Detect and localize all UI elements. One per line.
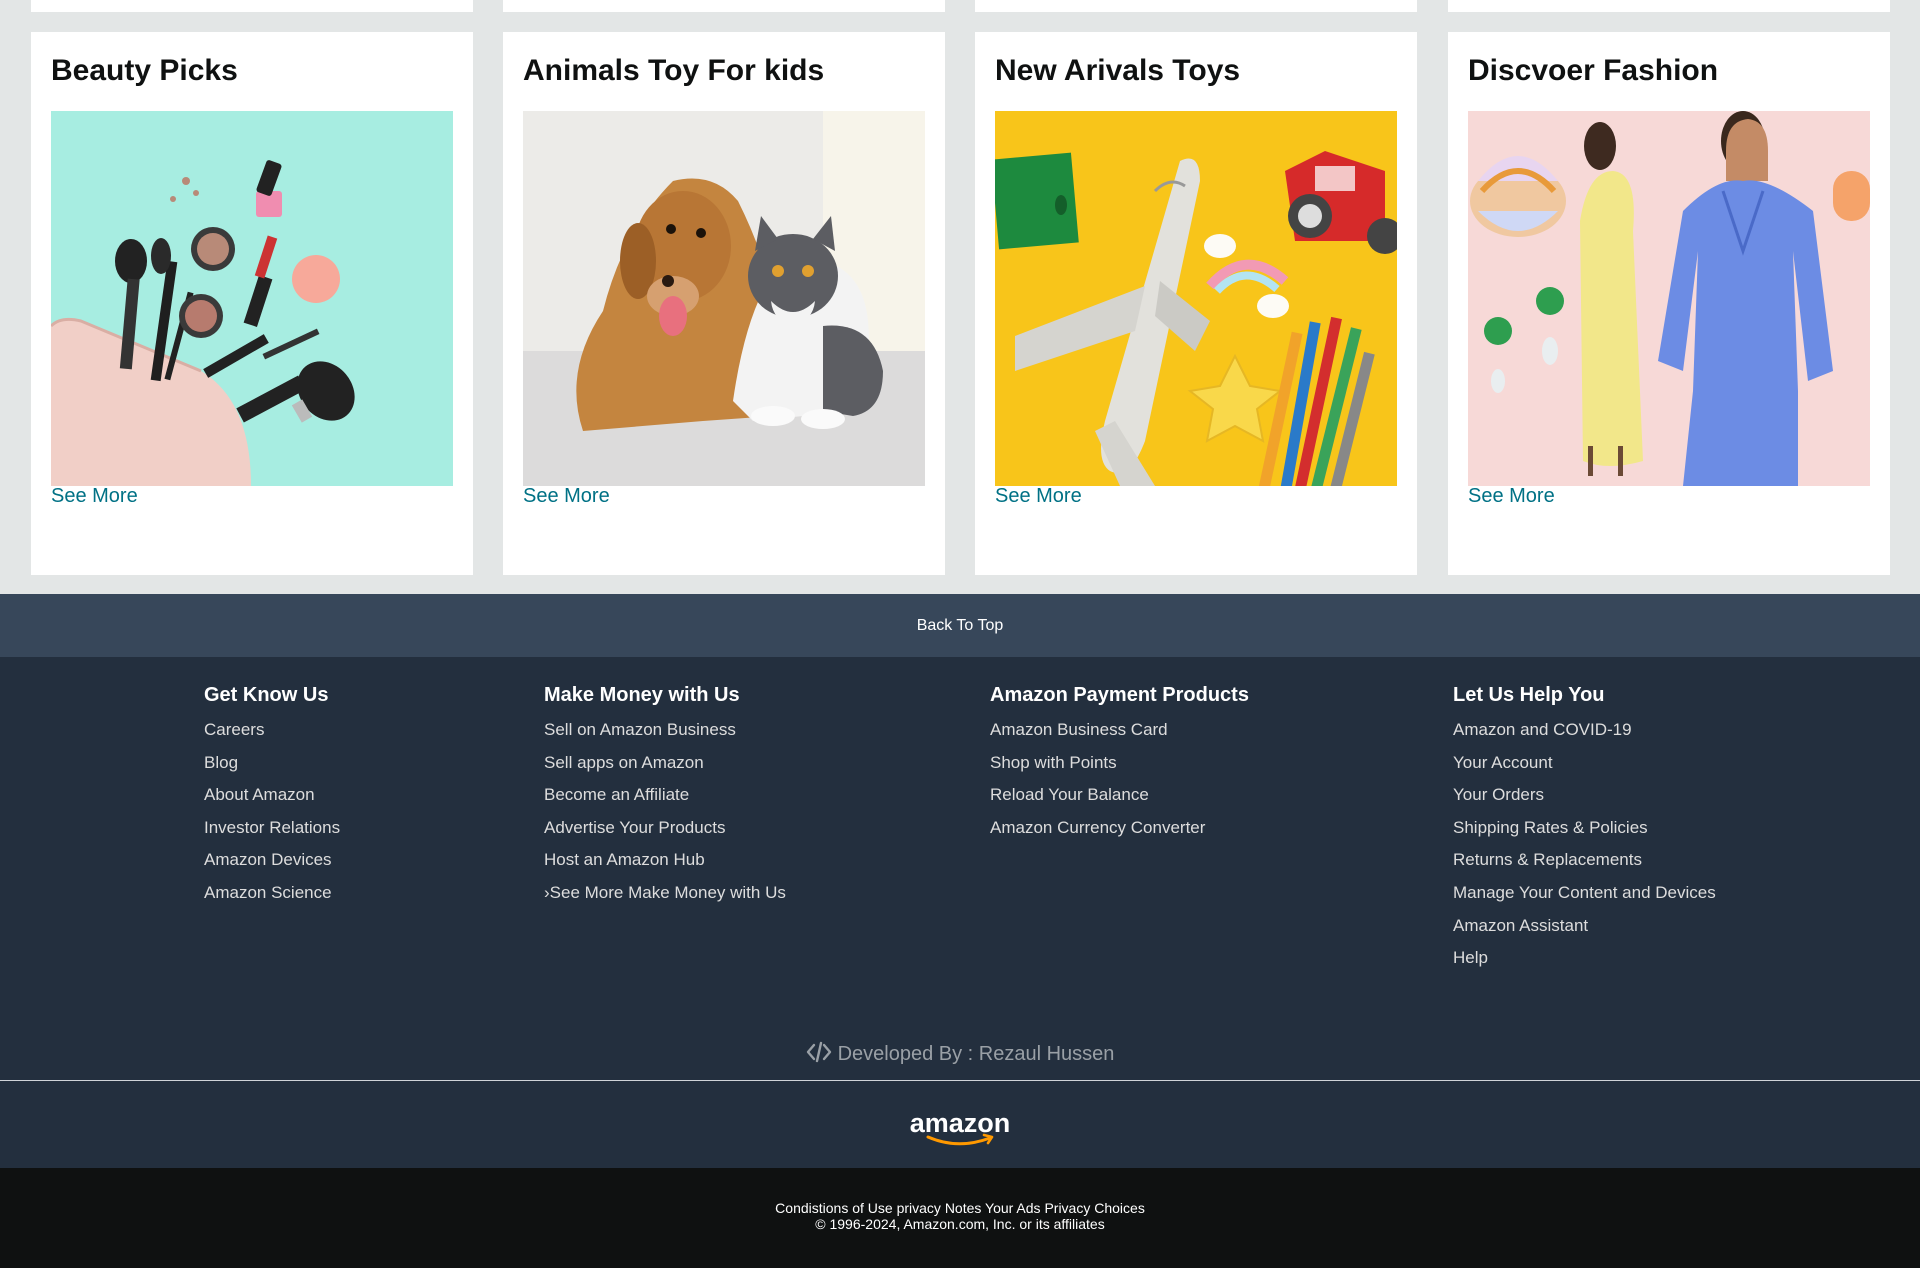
footer-divider: [0, 1080, 1920, 1081]
ads-privacy-choices-link[interactable]: Your Ads Privacy Choices: [985, 1200, 1145, 1216]
footer-link[interactable]: Advertise Your Products: [544, 812, 786, 845]
conditions-of-use-link[interactable]: Condistions of Use: [775, 1200, 893, 1216]
footer-link[interactable]: Amazon Currency Converter: [990, 812, 1249, 845]
bottom-bar: Condistions of Use privacy Notes Your Ad…: [0, 1168, 1920, 1268]
footer-link[interactable]: Host an Amazon Hub: [544, 844, 786, 877]
footer-heading: Get Know Us: [204, 684, 329, 706]
logo-text: amazon: [910, 1108, 1011, 1138]
footer: Get Know Us Careers Blog About Amazon In…: [0, 657, 1920, 1168]
card-title: Discvoer Fashion: [1468, 54, 1719, 87]
discover-fashion-image[interactable]: [1468, 111, 1870, 486]
footer-link[interactable]: Sell apps on Amazon: [544, 747, 786, 780]
footer-link[interactable]: Amazon Assistant: [1453, 910, 1716, 943]
see-more-link[interactable]: See More: [51, 485, 138, 508]
previous-row-card: [31, 0, 473, 12]
product-card-beauty: Beauty Picks See More: [31, 32, 473, 575]
card-title: Beauty Picks: [51, 54, 238, 87]
footer-link[interactable]: Manage Your Content and Devices: [1453, 877, 1716, 910]
legal-links: Condistions of Use privacy Notes Your Ad…: [0, 1200, 1920, 1216]
footer-link[interactable]: Investor Relations: [204, 812, 340, 845]
previous-row-card: [503, 0, 945, 12]
card-title: Animals Toy For kids: [523, 54, 825, 87]
footer-link[interactable]: ›See More Make Money with Us: [544, 877, 786, 910]
footer-link[interactable]: About Amazon: [204, 779, 340, 812]
footer-link[interactable]: Amazon Business Card: [990, 714, 1249, 747]
see-more-link[interactable]: See More: [523, 485, 610, 508]
footer-link[interactable]: Sell on Amazon Business: [544, 714, 786, 747]
copyright: © 1996-2024, Amazon.com, Inc. or its aff…: [815, 1216, 1105, 1232]
footer-link[interactable]: Your Account: [1453, 747, 1716, 780]
amazon-logo[interactable]: amazon: [908, 1108, 1013, 1148]
developer-credit-text: Developed By : Rezaul Hussen: [837, 1043, 1115, 1065]
footer-link[interactable]: Shipping Rates & Policies: [1453, 812, 1716, 845]
footer-link[interactable]: Your Orders: [1453, 779, 1716, 812]
footer-column-payment-products: Amazon Payment Products Amazon Business …: [990, 682, 1249, 844]
card-title: New Arivals Toys: [995, 54, 1241, 87]
footer-link[interactable]: Shop with Points: [990, 747, 1249, 780]
new-arrivals-toys-image[interactable]: [995, 111, 1397, 486]
product-card-fashion: Discvoer Fashion See More: [1448, 32, 1890, 575]
animals-toy-image[interactable]: [523, 111, 925, 486]
footer-link[interactable]: Amazon and COVID-19: [1453, 714, 1716, 747]
back-to-top-button[interactable]: Back To Top: [0, 594, 1920, 657]
see-more-link[interactable]: See More: [1468, 485, 1555, 508]
footer-heading: Make Money with Us: [544, 684, 740, 706]
footer-link[interactable]: Blog: [204, 747, 340, 780]
see-more-link[interactable]: See More: [995, 485, 1082, 508]
footer-column-help: Let Us Help You Amazon and COVID-19 Your…: [1453, 682, 1716, 975]
beauty-picks-image[interactable]: [51, 111, 453, 486]
product-card-animals: Animals Toy For kids See More: [503, 32, 945, 575]
product-card-toys: New Arivals Toys See More: [975, 32, 1417, 575]
footer-link[interactable]: Amazon Science: [204, 877, 340, 910]
footer-heading: Amazon Payment Products: [990, 684, 1249, 706]
developer-credit: Developed By : Rezaul Hussen: [0, 1041, 1920, 1069]
footer-column-get-know-us: Get Know Us Careers Blog About Amazon In…: [204, 682, 340, 910]
footer-link[interactable]: Careers: [204, 714, 340, 747]
privacy-notes-link[interactable]: privacy Notes: [897, 1200, 982, 1216]
previous-row-card: [1448, 0, 1890, 12]
footer-link[interactable]: Reload Your Balance: [990, 779, 1249, 812]
footer-link[interactable]: Become an Affiliate: [544, 779, 786, 812]
footer-heading: Let Us Help You: [1453, 684, 1605, 706]
code-icon: [806, 1041, 832, 1069]
previous-row-card: [975, 0, 1417, 12]
footer-column-make-money: Make Money with Us Sell on Amazon Busine…: [544, 682, 786, 910]
footer-link[interactable]: Returns & Replacements: [1453, 844, 1716, 877]
footer-link[interactable]: Help: [1453, 942, 1716, 975]
footer-link[interactable]: Amazon Devices: [204, 844, 340, 877]
